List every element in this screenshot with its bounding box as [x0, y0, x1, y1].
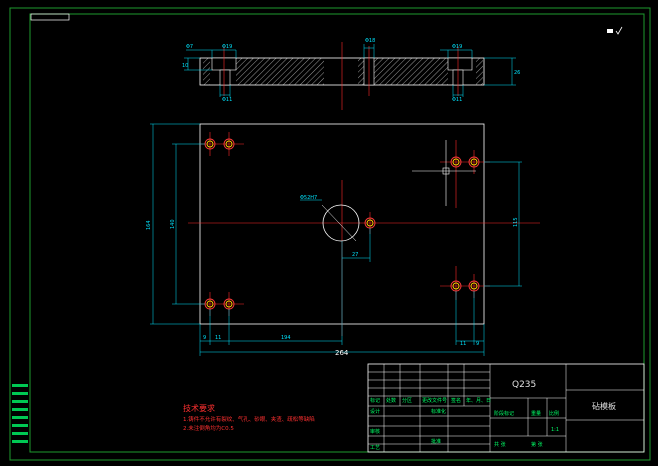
tb-count: 处数: [386, 397, 396, 404]
dim-height-inner: 140: [170, 219, 176, 229]
tb-change-doc: 更改文件号: [422, 397, 447, 404]
tb-approve: 批准: [431, 438, 441, 445]
dim-d11-left: Φ11: [222, 97, 232, 103]
technical-requirements: 技术要求 1.铸件不允许有裂纹、气孔、砂眼、夹渣、疏松等缺陷 2.未注倒角均为C…: [183, 403, 315, 432]
tech-req-item-1: 1.铸件不允许有裂纹、气孔、砂眼、夹渣、疏松等缺陷: [183, 415, 315, 423]
dim-right-pitch: 11: [460, 341, 466, 347]
dim-left-edge: 9: [203, 335, 206, 341]
title-block: 标记 处数 分区 更改文件号 签名 年、月、日 设计 标准化 审核 工艺 批准 …: [367, 363, 645, 453]
tb-design: 设计: [370, 408, 380, 415]
dim-d19-left: Φ19: [222, 44, 232, 50]
dim-overall-width: 264: [335, 349, 349, 357]
tech-req-item-2: 2.未注倒角均为C0.5: [183, 424, 234, 432]
tb-date: 年、月、日: [466, 397, 491, 404]
left-margin-marks: [12, 384, 28, 443]
tb-sheet-no: 第 张: [531, 441, 543, 448]
dim-d7: Φ7: [186, 44, 193, 50]
dim-thick-right: 26: [514, 70, 520, 76]
top-section-view: Φ7 Φ19 Φ11 Φ18 Φ19 Φ11 10 26: [182, 38, 520, 110]
tb-zone: 分区: [402, 397, 412, 404]
tb-review: 审核: [370, 428, 380, 435]
dim-d11-right: Φ11: [452, 97, 462, 103]
section-hatch-right-end: [476, 58, 483, 85]
front-view: 164 140 115 Φ52H7 27 9 11 194 11 9 264: [146, 123, 540, 357]
dim-height-left: 164: [146, 220, 152, 230]
tb-scale-label: 比例: [549, 410, 559, 417]
tb-sheet-total: 共 张: [494, 441, 506, 448]
top-left-label-box: [30, 13, 70, 21]
dim-big-hole: Φ52H7: [300, 195, 317, 201]
crosshair-cursor-icon: [412, 140, 476, 206]
section-hatch-left: [236, 58, 324, 85]
dim-height-right: 115: [513, 217, 519, 227]
dim-d19-right: Φ19: [452, 44, 462, 50]
tb-material: Q235: [512, 380, 536, 390]
sheet-outer-border: [9, 7, 651, 461]
dim-center-hole: Φ18: [365, 38, 375, 44]
dim-base-length: 194: [281, 335, 291, 341]
sheet-inner-border: [29, 13, 645, 453]
corner-mark-icon: [607, 26, 623, 35]
tech-req-title: 技术要求: [183, 403, 215, 413]
tb-mark: 标记: [370, 397, 380, 404]
tb-signature: 签名: [451, 397, 461, 404]
tb-stage-mark: 阶段标记: [494, 410, 514, 417]
dim-offset-x: 27: [352, 252, 358, 258]
tb-standardization: 标准化: [431, 408, 446, 415]
tb-part-name: 砧模板: [592, 401, 616, 411]
section-hatch-left-end: [203, 58, 210, 85]
dim-left-pitch: 11: [215, 335, 221, 341]
cad-drawing-canvas: Φ7 Φ19 Φ11 Φ18 Φ19 Φ11 10 26 164 140 115…: [9, 7, 651, 461]
tb-process: 工艺: [370, 445, 380, 451]
tb-weight: 重量: [531, 410, 541, 417]
tb-scale-value: 1:1: [551, 427, 559, 433]
dim-right-edge: 9: [476, 341, 479, 347]
dim-thick-left: 10: [182, 63, 188, 69]
